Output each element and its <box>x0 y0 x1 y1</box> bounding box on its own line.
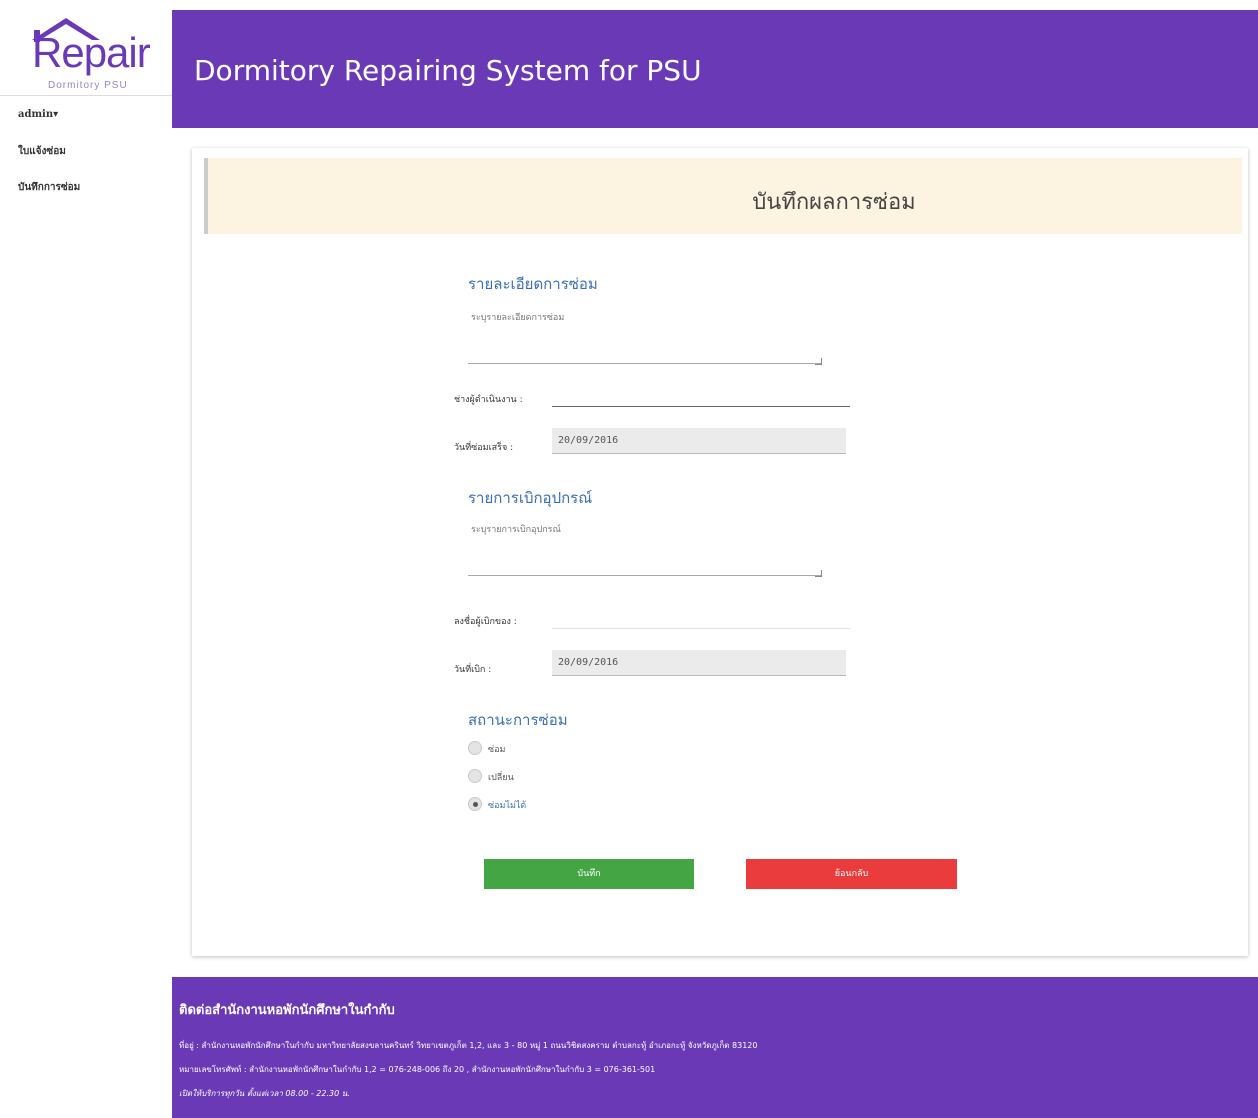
technician-label: ช่างผู้ดำเนินงาน : <box>454 395 523 405</box>
radio-button-selected[interactable] <box>468 797 482 811</box>
save-button[interactable]: บันทึก <box>484 859 694 889</box>
footer-address: ที่อยู่ : สำนักงานหอพักนักศึกษาในกำกับ ม… <box>179 1041 758 1050</box>
radio-label: เปลี่ยน <box>488 773 514 783</box>
withdrawer-input[interactable] <box>552 606 850 629</box>
repair-details-textarea[interactable] <box>468 306 822 364</box>
technician-input[interactable] <box>552 384 850 407</box>
radio-label: ซ่อม <box>488 745 506 755</box>
user-menu[interactable]: admin▾ <box>18 109 58 120</box>
repair-done-date-label: วันที่ซ่อมเสร็จ : <box>454 443 514 453</box>
withdraw-date-label: วันที่เบิก : <box>454 665 492 675</box>
repair-details-heading: รายละเอียดการซ่อม <box>468 275 598 293</box>
radio-button[interactable] <box>468 741 482 755</box>
back-button[interactable]: ย้อนกลับ <box>746 859 957 889</box>
form-card: บันทึกผลการซ่อม รายละเอียดการซ่อม ช่างผู… <box>192 148 1248 956</box>
equipment-list-textarea[interactable] <box>468 518 822 576</box>
footer-hours: เปิดให้บริการทุกวัน ตั้งแต่เวลา 08.00 - … <box>179 1089 350 1098</box>
sidebar-divider <box>0 95 172 96</box>
logo-subtext: Dormitory PSU <box>48 80 128 91</box>
sidebar: Repair Dormitory PSU admin▾ ใบแจ้งซ่อม บ… <box>0 0 172 1118</box>
page-header: Dormitory Repairing System for PSU <box>172 10 1258 128</box>
radio-button[interactable] <box>468 769 482 783</box>
resize-handle-icon[interactable] <box>815 570 822 577</box>
radio-label: ซ่อมไม่ได้ <box>488 801 527 811</box>
sidebar-item-repair-log[interactable]: บันทึกการซ่อม <box>18 180 80 195</box>
page-footer: ติดต่อสำนักงานหอพักนักศึกษาในกำกับ ที่อย… <box>172 977 1258 1118</box>
footer-phone: หมายเลขโทรศัพท์ : สำนักงานหอพักนักศึกษาใ… <box>179 1065 656 1074</box>
repair-done-date-input[interactable]: 20/09/2016 <box>552 428 846 454</box>
withdrawer-label: ลงชื่อผู้เบิกของ : <box>454 617 517 627</box>
form-banner: บันทึกผลการซ่อม <box>204 158 1242 234</box>
repair-status-heading: สถานะการซ่อม <box>468 711 568 729</box>
repair-logo[interactable]: Repair Dormitory PSU <box>30 16 152 91</box>
logo-text: Repair <box>32 29 151 76</box>
equipment-list-heading: รายการเบิกอุปกรณ์ <box>468 489 593 507</box>
sidebar-item-repair-request[interactable]: ใบแจ้งซ่อม <box>18 144 66 159</box>
app-title: Dormitory Repairing System for PSU <box>194 54 702 87</box>
form-title: บันทึกผลการซ่อม <box>752 190 916 215</box>
withdraw-date-input[interactable]: 20/09/2016 <box>552 650 846 676</box>
resize-handle-icon[interactable] <box>815 358 822 365</box>
footer-title: ติดต่อสำนักงานหอพักนักศึกษาในกำกับ <box>179 1003 395 1018</box>
